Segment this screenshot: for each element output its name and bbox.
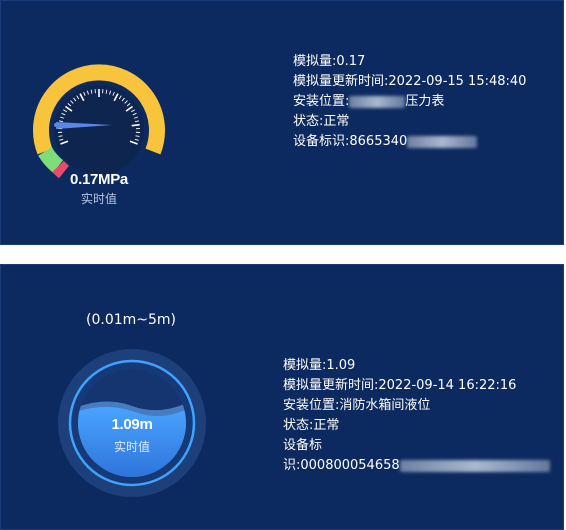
device-id-line1: 设备标 xyxy=(283,438,323,453)
gauge-arc-green xyxy=(38,147,64,173)
gauge-tick xyxy=(131,123,140,127)
gauge-tick xyxy=(58,135,63,137)
install-location-suffix: 压力表 xyxy=(405,94,445,109)
install-location-prefix: 安装位置: xyxy=(293,94,350,109)
install-location: 安装位置:消防水箱间液位 xyxy=(283,398,431,413)
device-id: 设备标识:8665340 xyxy=(293,132,526,152)
pressure-caption: 实时值 xyxy=(80,192,117,206)
redacted-location xyxy=(349,95,406,108)
update-time: 模拟量更新时间:2022-09-15 15:48:40 xyxy=(293,74,527,89)
redacted-device-id xyxy=(407,135,478,148)
status: 状态:正常 xyxy=(283,418,340,433)
level-caption: 实时值 xyxy=(113,440,150,454)
gauge-dial xyxy=(54,85,144,175)
install-location: 安装位置: 压力表 xyxy=(293,92,526,112)
device-id-text: 设备标识:8665340 xyxy=(293,134,408,149)
analog-value: 模拟量:1.09 xyxy=(283,358,356,373)
level-info: 模拟量:1.09 模拟量更新时间:2022-09-14 16:22:16 安装位… xyxy=(283,356,550,476)
device-id-line2: 识:000800054658 xyxy=(283,456,550,476)
update-time: 模拟量更新时间:2022-09-14 16:22:16 xyxy=(283,378,517,393)
analog-value: 模拟量:0.17 xyxy=(293,54,366,69)
pressure-value: 0.17MPa xyxy=(70,171,128,188)
gauge-tick xyxy=(135,135,140,137)
redacted-device-id xyxy=(399,459,550,472)
device-id-text: 识:000800054658 xyxy=(283,458,400,473)
pressure-info: 模拟量:0.17 模拟量更新时间:2022-09-15 15:48:40 安装位… xyxy=(293,52,526,152)
range-label: (0.01m~5m) xyxy=(86,312,177,328)
level-value: 1.09m xyxy=(111,416,153,433)
status: 状态:正常 xyxy=(293,114,350,129)
gauge-needle-hub xyxy=(54,123,58,127)
